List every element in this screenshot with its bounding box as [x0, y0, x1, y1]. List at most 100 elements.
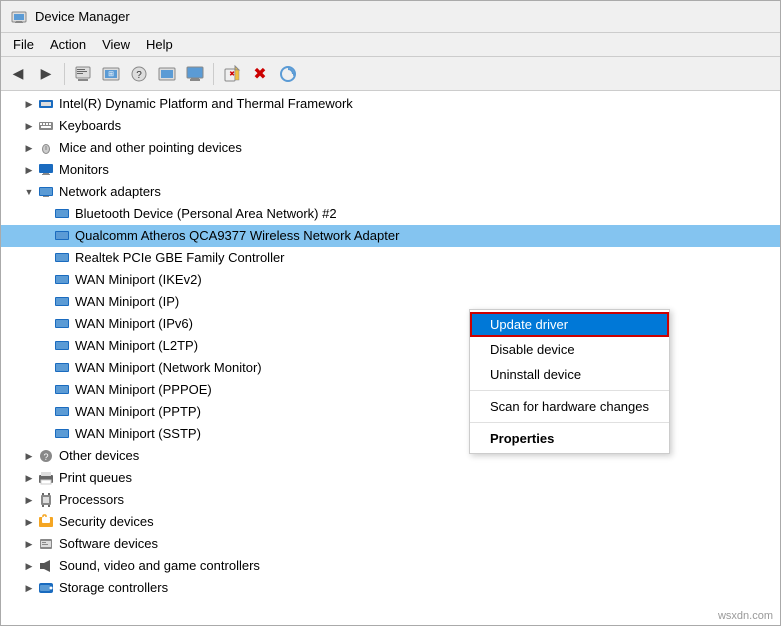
label-other: Other devices — [59, 445, 139, 467]
icon-wan-ikev2 — [53, 271, 71, 289]
icon-processors — [37, 491, 55, 509]
label-security: Security devices — [59, 511, 154, 533]
svg-text:✖: ✖ — [229, 71, 235, 78]
tree-item-monitors[interactable]: ▶ Monitors — [1, 159, 780, 181]
icon-monitors — [37, 161, 55, 179]
icon-wan-pppoe — [53, 381, 71, 399]
icon-wan-pptp — [53, 403, 71, 421]
context-menu: Update driver Disable device Uninstall d… — [469, 309, 670, 454]
menu-action[interactable]: Action — [42, 35, 94, 54]
icon-bt — [53, 205, 71, 223]
add-driver-button[interactable]: ✖ — [219, 61, 245, 87]
tree-item-security[interactable]: ▶ Security devices — [1, 511, 780, 533]
menu-file[interactable]: File — [5, 35, 42, 54]
tree-item-mice[interactable]: ▶ Mice and other pointing devices — [1, 137, 780, 159]
label-software: Software devices — [59, 533, 158, 555]
svg-text:⊞: ⊞ — [108, 71, 114, 78]
help-button[interactable]: ? — [126, 61, 152, 87]
update-button[interactable]: ⊞ — [98, 61, 124, 87]
ctx-divider-1 — [470, 390, 669, 391]
label-wan-ipv6: WAN Miniport (IPv6) — [75, 313, 193, 335]
expand-other[interactable]: ▶ — [21, 448, 37, 464]
icon-wan-ip — [53, 293, 71, 311]
window-title: Device Manager — [35, 9, 130, 24]
tree-item-wan-ikev2[interactable]: WAN Miniport (IKEv2) — [1, 269, 780, 291]
title-bar: Device Manager — [1, 1, 780, 33]
scan-button[interactable] — [154, 61, 180, 87]
tree-item-realtek[interactable]: Realtek PCIe GBE Family Controller — [1, 247, 780, 269]
ctx-scan-hardware[interactable]: Scan for hardware changes — [470, 394, 669, 419]
monitor-button[interactable] — [182, 61, 208, 87]
icon-network — [37, 183, 55, 201]
label-mice: Mice and other pointing devices — [59, 137, 242, 159]
icon-realtek — [53, 249, 71, 267]
expand-monitors[interactable]: ▶ — [21, 162, 37, 178]
label-intel: Intel(R) Dynamic Platform and Thermal Fr… — [59, 93, 353, 115]
icon-wan-nm — [53, 359, 71, 377]
icon-security — [37, 513, 55, 531]
tree-item-processors[interactable]: ▶ Processors — [1, 489, 780, 511]
expand-storage[interactable]: ▶ — [21, 580, 37, 596]
tree-item-qualcomm[interactable]: Qualcomm Atheros QCA9377 Wireless Networ… — [1, 225, 780, 247]
toolbar-separator-2 — [213, 63, 214, 85]
forward-button[interactable]: ▶ — [33, 61, 59, 87]
label-wan-nm: WAN Miniport (Network Monitor) — [75, 357, 262, 379]
tree-item-network[interactable]: ▼ Network adapters — [1, 181, 780, 203]
icon-mice — [37, 139, 55, 157]
label-bt: Bluetooth Device (Personal Area Network)… — [75, 203, 337, 225]
device-manager-window: Device Manager File Action View Help ◀ ▶… — [0, 0, 781, 626]
delete-button[interactable]: ✖ — [247, 61, 273, 87]
ctx-properties[interactable]: Properties — [470, 426, 669, 451]
tree-item-sound[interactable]: ▶ Sound, video and game controllers — [1, 555, 780, 577]
tree-item-intel[interactable]: ▶ Intel(R) Dynamic Platform and Thermal … — [1, 93, 780, 115]
label-monitors: Monitors — [59, 159, 109, 181]
svg-text:?: ? — [136, 70, 142, 81]
icon-wan-l2tp — [53, 337, 71, 355]
expand-network[interactable]: ▼ — [21, 184, 37, 200]
icon-intel — [37, 95, 55, 113]
expand-sound[interactable]: ▶ — [21, 558, 37, 574]
label-print: Print queues — [59, 467, 132, 489]
icon-print — [37, 469, 55, 487]
icon-software — [37, 535, 55, 553]
expand-intel[interactable]: ▶ — [21, 96, 37, 112]
icon-sound — [37, 557, 55, 575]
icon-keyboards — [37, 117, 55, 135]
label-realtek: Realtek PCIe GBE Family Controller — [75, 247, 285, 269]
ctx-divider-2 — [470, 422, 669, 423]
back-button[interactable]: ◀ — [5, 61, 31, 87]
label-wan-l2tp: WAN Miniport (L2TP) — [75, 335, 198, 357]
tree-item-software[interactable]: ▶ Software devices — [1, 533, 780, 555]
label-wan-ip: WAN Miniport (IP) — [75, 291, 179, 313]
label-wan-pppoe: WAN Miniport (PPPOE) — [75, 379, 212, 401]
icon-other: ? — [37, 447, 55, 465]
label-keyboards: Keyboards — [59, 115, 121, 137]
menu-help[interactable]: Help — [138, 35, 181, 54]
icon-storage — [37, 579, 55, 597]
icon-qualcomm — [53, 227, 71, 245]
expand-software[interactable]: ▶ — [21, 536, 37, 552]
tree-item-print[interactable]: ▶ Print queues — [1, 467, 780, 489]
expand-security[interactable]: ▶ — [21, 514, 37, 530]
label-storage: Storage controllers — [59, 577, 168, 599]
tree-item-bt[interactable]: Bluetooth Device (Personal Area Network)… — [1, 203, 780, 225]
expand-keyboards[interactable]: ▶ — [21, 118, 37, 134]
label-network: Network adapters — [59, 181, 161, 203]
label-processors: Processors — [59, 489, 124, 511]
menu-bar: File Action View Help — [1, 33, 780, 57]
ctx-disable-device[interactable]: Disable device — [470, 337, 669, 362]
expand-print[interactable]: ▶ — [21, 470, 37, 486]
tree-item-storage[interactable]: ▶ Storage controllers — [1, 577, 780, 599]
svg-text:?: ? — [43, 452, 48, 462]
expand-mice[interactable]: ▶ — [21, 140, 37, 156]
label-wan-ikev2: WAN Miniport (IKEv2) — [75, 269, 202, 291]
refresh-button[interactable] — [275, 61, 301, 87]
properties-button[interactable] — [70, 61, 96, 87]
ctx-uninstall-device[interactable]: Uninstall device — [470, 362, 669, 387]
tree-item-keyboards[interactable]: ▶ Keyboards — [1, 115, 780, 137]
main-content: ▶ Intel(R) Dynamic Platform and Thermal … — [1, 91, 780, 625]
menu-view[interactable]: View — [94, 35, 138, 54]
expand-processors[interactable]: ▶ — [21, 492, 37, 508]
ctx-update-driver[interactable]: Update driver — [470, 312, 669, 337]
label-wan-pptp: WAN Miniport (PPTP) — [75, 401, 201, 423]
